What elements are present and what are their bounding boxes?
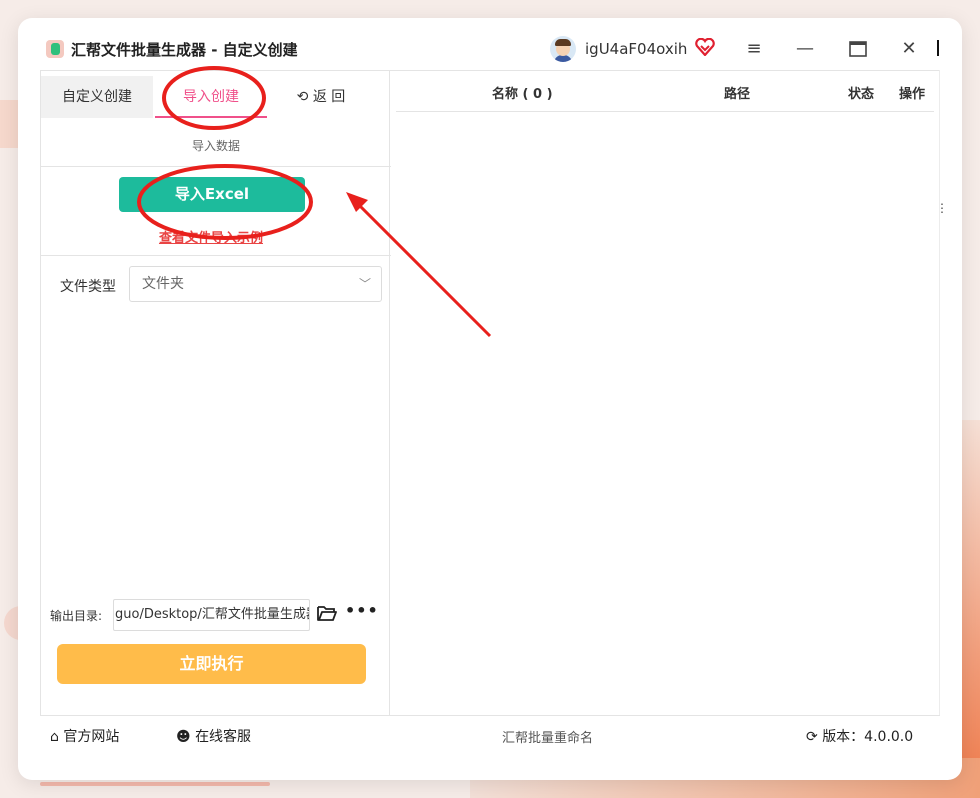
close-icon[interactable]: ✕ bbox=[896, 36, 922, 62]
more-options-icon[interactable]: ••• bbox=[345, 601, 379, 620]
chevron-down-icon: ﹀ bbox=[358, 277, 371, 291]
file-type-select[interactable]: 文件夹 ﹀ bbox=[129, 266, 382, 302]
maximize-icon[interactable] bbox=[845, 36, 871, 62]
file-type-label: 文件类型 bbox=[60, 279, 116, 295]
section-subtitle: 导入数据 bbox=[191, 139, 240, 153]
online-support-link[interactable]: ☻ 在线客服 bbox=[176, 726, 251, 746]
footer-bar: ⌂ 官方网站 ☻ 在线客服 汇帮批量重命名 ⟳ 版本：4.0.0.0 bbox=[40, 715, 940, 759]
divider bbox=[41, 255, 391, 256]
column-header-name: 名称 ( 0 ) bbox=[492, 87, 553, 102]
vertical-more-icon[interactable]: ⋮ bbox=[936, 201, 948, 215]
title-bar: 汇帮文件批量生成器 - 自定义创建 igU4aF04oxih ≡ — ✕ bbox=[18, 18, 962, 70]
home-icon: ⌂ bbox=[50, 729, 59, 745]
return-button[interactable]: ⟲ 返 回 bbox=[281, 76, 361, 118]
support-agent-icon: ☻ bbox=[176, 729, 191, 745]
minimize-icon[interactable]: — bbox=[792, 36, 818, 62]
window-edge-marker bbox=[937, 40, 939, 56]
app-window: 汇帮文件批量生成器 - 自定义创建 igU4aF04oxih ≡ — ✕ 自定义… bbox=[18, 18, 962, 780]
import-excel-button[interactable]: 导入Excel bbox=[119, 177, 305, 212]
file-type-value: 文件夹 bbox=[142, 276, 184, 292]
left-panel: 自定义创建 导入创建 ⟲ 返 回 导入数据 导入Excel 查看文件导入示例 文… bbox=[40, 70, 391, 715]
tab-custom-create[interactable]: 自定义创建 bbox=[41, 76, 153, 118]
folder-open-icon[interactable] bbox=[317, 604, 337, 622]
background-strip bbox=[40, 782, 270, 786]
refresh-icon: ⟳ bbox=[806, 729, 818, 745]
panel-border bbox=[939, 70, 940, 715]
version-label: 版本：4.0.0.0 bbox=[822, 729, 914, 745]
username-label[interactable]: igU4aF04oxih bbox=[585, 40, 687, 58]
file-list-panel: 名称 ( 0 ) 路径 状态 操作 ⋮ bbox=[390, 70, 948, 715]
official-website-label: 官方网站 bbox=[63, 729, 120, 745]
output-dir-label: 输出目录: bbox=[50, 609, 103, 623]
view-example-link[interactable]: 查看文件导入示例 bbox=[41, 227, 381, 246]
return-label: 返 回 bbox=[312, 89, 346, 105]
online-support-label: 在线客服 bbox=[195, 729, 252, 745]
window-title: 汇帮文件批量生成器 - 自定义创建 bbox=[71, 41, 298, 59]
run-now-button[interactable]: 立即执行 bbox=[57, 644, 366, 684]
divider bbox=[41, 166, 391, 167]
vip-heart-icon[interactable] bbox=[695, 38, 715, 56]
official-website-link[interactable]: ⌂ 官方网站 bbox=[50, 726, 119, 746]
tab-bar: 自定义创建 导入创建 ⟲ 返 回 bbox=[41, 76, 391, 118]
return-arrow-icon: ⟲ bbox=[296, 89, 309, 105]
output-dir-field[interactable]: guo/Desktop/汇帮文件批量生成器 bbox=[113, 599, 310, 631]
column-header-path: 路径 bbox=[724, 87, 751, 102]
tab-import-create[interactable]: 导入创建 bbox=[155, 76, 267, 118]
user-avatar[interactable] bbox=[550, 36, 576, 62]
column-header-actions: 操作 bbox=[899, 87, 926, 102]
version-info[interactable]: ⟳ 版本：4.0.0.0 bbox=[806, 726, 913, 746]
menu-icon[interactable]: ≡ bbox=[741, 36, 767, 62]
column-header-status: 状态 bbox=[848, 87, 875, 102]
footer-product-name: 汇帮批量重命名 bbox=[502, 731, 594, 746]
header-divider bbox=[396, 111, 934, 112]
app-logo-icon bbox=[46, 40, 64, 58]
